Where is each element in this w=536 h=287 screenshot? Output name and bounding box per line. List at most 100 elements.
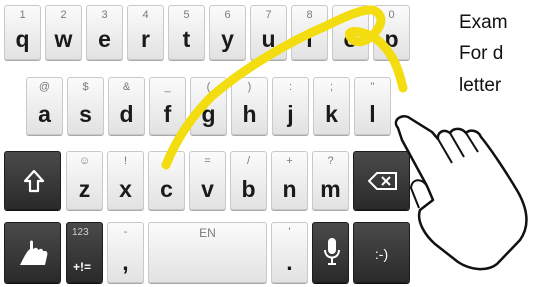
key-sub: $ [82, 81, 89, 93]
key-label: m [320, 176, 341, 202]
key-sub: 1 [19, 9, 26, 21]
key-j[interactable]: :j [272, 77, 309, 135]
emoji-label: :-) [374, 246, 389, 262]
key-sub: ( [206, 81, 211, 93]
key-k[interactable]: ; k [313, 77, 350, 135]
key-label: . [286, 249, 293, 275]
key-sub: = [204, 155, 211, 167]
key-sub: 7 [265, 9, 272, 21]
key-t[interactable]: 5t [168, 5, 205, 60]
key-label: k [325, 101, 338, 127]
key-sub: 4 [142, 9, 149, 21]
key-label: p [384, 26, 399, 52]
key-label: j [287, 101, 294, 127]
instruction-line-1: Exam [459, 12, 508, 33]
key-sub: # [163, 155, 170, 167]
instruction-line-2: For d [459, 43, 504, 64]
key-e[interactable]: 3e [86, 5, 123, 60]
key-label: a [38, 101, 51, 127]
key-sub: / [246, 155, 251, 167]
key-sub: _ [164, 81, 171, 93]
key-sub: 8 [306, 9, 313, 21]
key-f[interactable]: _ f [149, 77, 186, 135]
key-d[interactable]: & d [108, 77, 145, 135]
key-label: w [54, 26, 73, 52]
key-label: z [78, 176, 91, 202]
space-language-label: EN [199, 226, 216, 240]
key-sub: & [122, 81, 131, 93]
key-h[interactable]: ) h [231, 77, 268, 135]
shift-key[interactable] [4, 151, 61, 210]
key-sub: ) [247, 81, 252, 93]
key-z[interactable]: ☺ z [66, 151, 103, 210]
key-sub: 3 [101, 9, 108, 21]
microphone-key[interactable] [312, 222, 349, 283]
key-sub: 9 [347, 9, 354, 21]
key-s[interactable]: $ s [67, 77, 104, 135]
key-y[interactable]: 6y [209, 5, 246, 60]
key-i[interactable]: 8i [291, 5, 328, 60]
key-label: n [282, 176, 297, 202]
key-sub: " [370, 81, 375, 93]
key-a[interactable]: @ a [26, 77, 63, 135]
key-sub: 6 [224, 9, 231, 21]
key-sub: - [123, 226, 128, 238]
key-label: x [119, 176, 132, 202]
symbols-key[interactable]: 123 +!= [66, 222, 103, 283]
key-o[interactable]: 9o [332, 5, 369, 60]
key-m[interactable]: ? m [312, 151, 349, 210]
key-g[interactable]: (g [190, 77, 227, 135]
swype-key[interactable] [4, 222, 61, 283]
key-p[interactable]: 0p [373, 5, 410, 60]
key-n[interactable]: + n [271, 151, 308, 210]
emoji-key[interactable]: :-) [353, 222, 410, 283]
key-label: f [163, 101, 172, 127]
key-label: s [79, 101, 92, 127]
key-comma[interactable]: -, [107, 222, 144, 283]
key-sub: 2 [60, 9, 67, 21]
shift-icon [23, 169, 45, 198]
key-label: r [141, 26, 150, 52]
symbols-label: +!= [73, 260, 92, 274]
swype-hand-icon [18, 239, 50, 272]
key-x[interactable]: ! x [107, 151, 144, 210]
key-sub: ? [327, 155, 334, 167]
key-label: i [306, 26, 313, 52]
key-label: q [15, 26, 30, 52]
backspace-key[interactable] [353, 151, 410, 210]
key-l[interactable]: " l [354, 77, 391, 135]
key-v[interactable]: = v [189, 151, 226, 210]
key-sub: 0 [388, 9, 395, 21]
key-label: t [182, 26, 191, 52]
key-c[interactable]: # c [148, 151, 185, 210]
key-u[interactable]: 7u [250, 5, 287, 60]
key-sub: ! [123, 155, 128, 167]
key-sub: ☺ [78, 155, 91, 167]
key-label: g [201, 101, 216, 127]
key-label: l [369, 101, 376, 127]
instruction-line-3: letter [459, 75, 502, 96]
symbols-sub: 123 [72, 227, 89, 238]
keyboard: 1q 2w 3e 4r 5t 6y 7u 8i 9o 0p @ a $ s & d _… [0, 0, 414, 287]
microphone-icon [323, 237, 341, 272]
key-w[interactable]: 2w [45, 5, 82, 60]
key-sub: @ [38, 81, 51, 93]
space-key[interactable]: EN [148, 222, 267, 283]
backspace-icon [367, 172, 398, 195]
key-label: y [221, 26, 234, 52]
key-label: h [242, 101, 257, 127]
key-b[interactable]: / b [230, 151, 267, 210]
key-label: d [119, 101, 134, 127]
key-sub: ' [288, 226, 291, 238]
key-q[interactable]: 1q [4, 5, 41, 60]
key-sub: + [286, 155, 293, 167]
key-label: b [241, 176, 256, 202]
key-label: , [122, 249, 129, 275]
key-label: c [160, 176, 173, 202]
key-label: e [98, 26, 111, 52]
key-period[interactable]: '. [271, 222, 308, 283]
key-label: v [201, 176, 214, 202]
key-r[interactable]: 4r [127, 5, 164, 60]
key-sub: 5 [183, 9, 190, 21]
key-label: u [261, 26, 276, 52]
